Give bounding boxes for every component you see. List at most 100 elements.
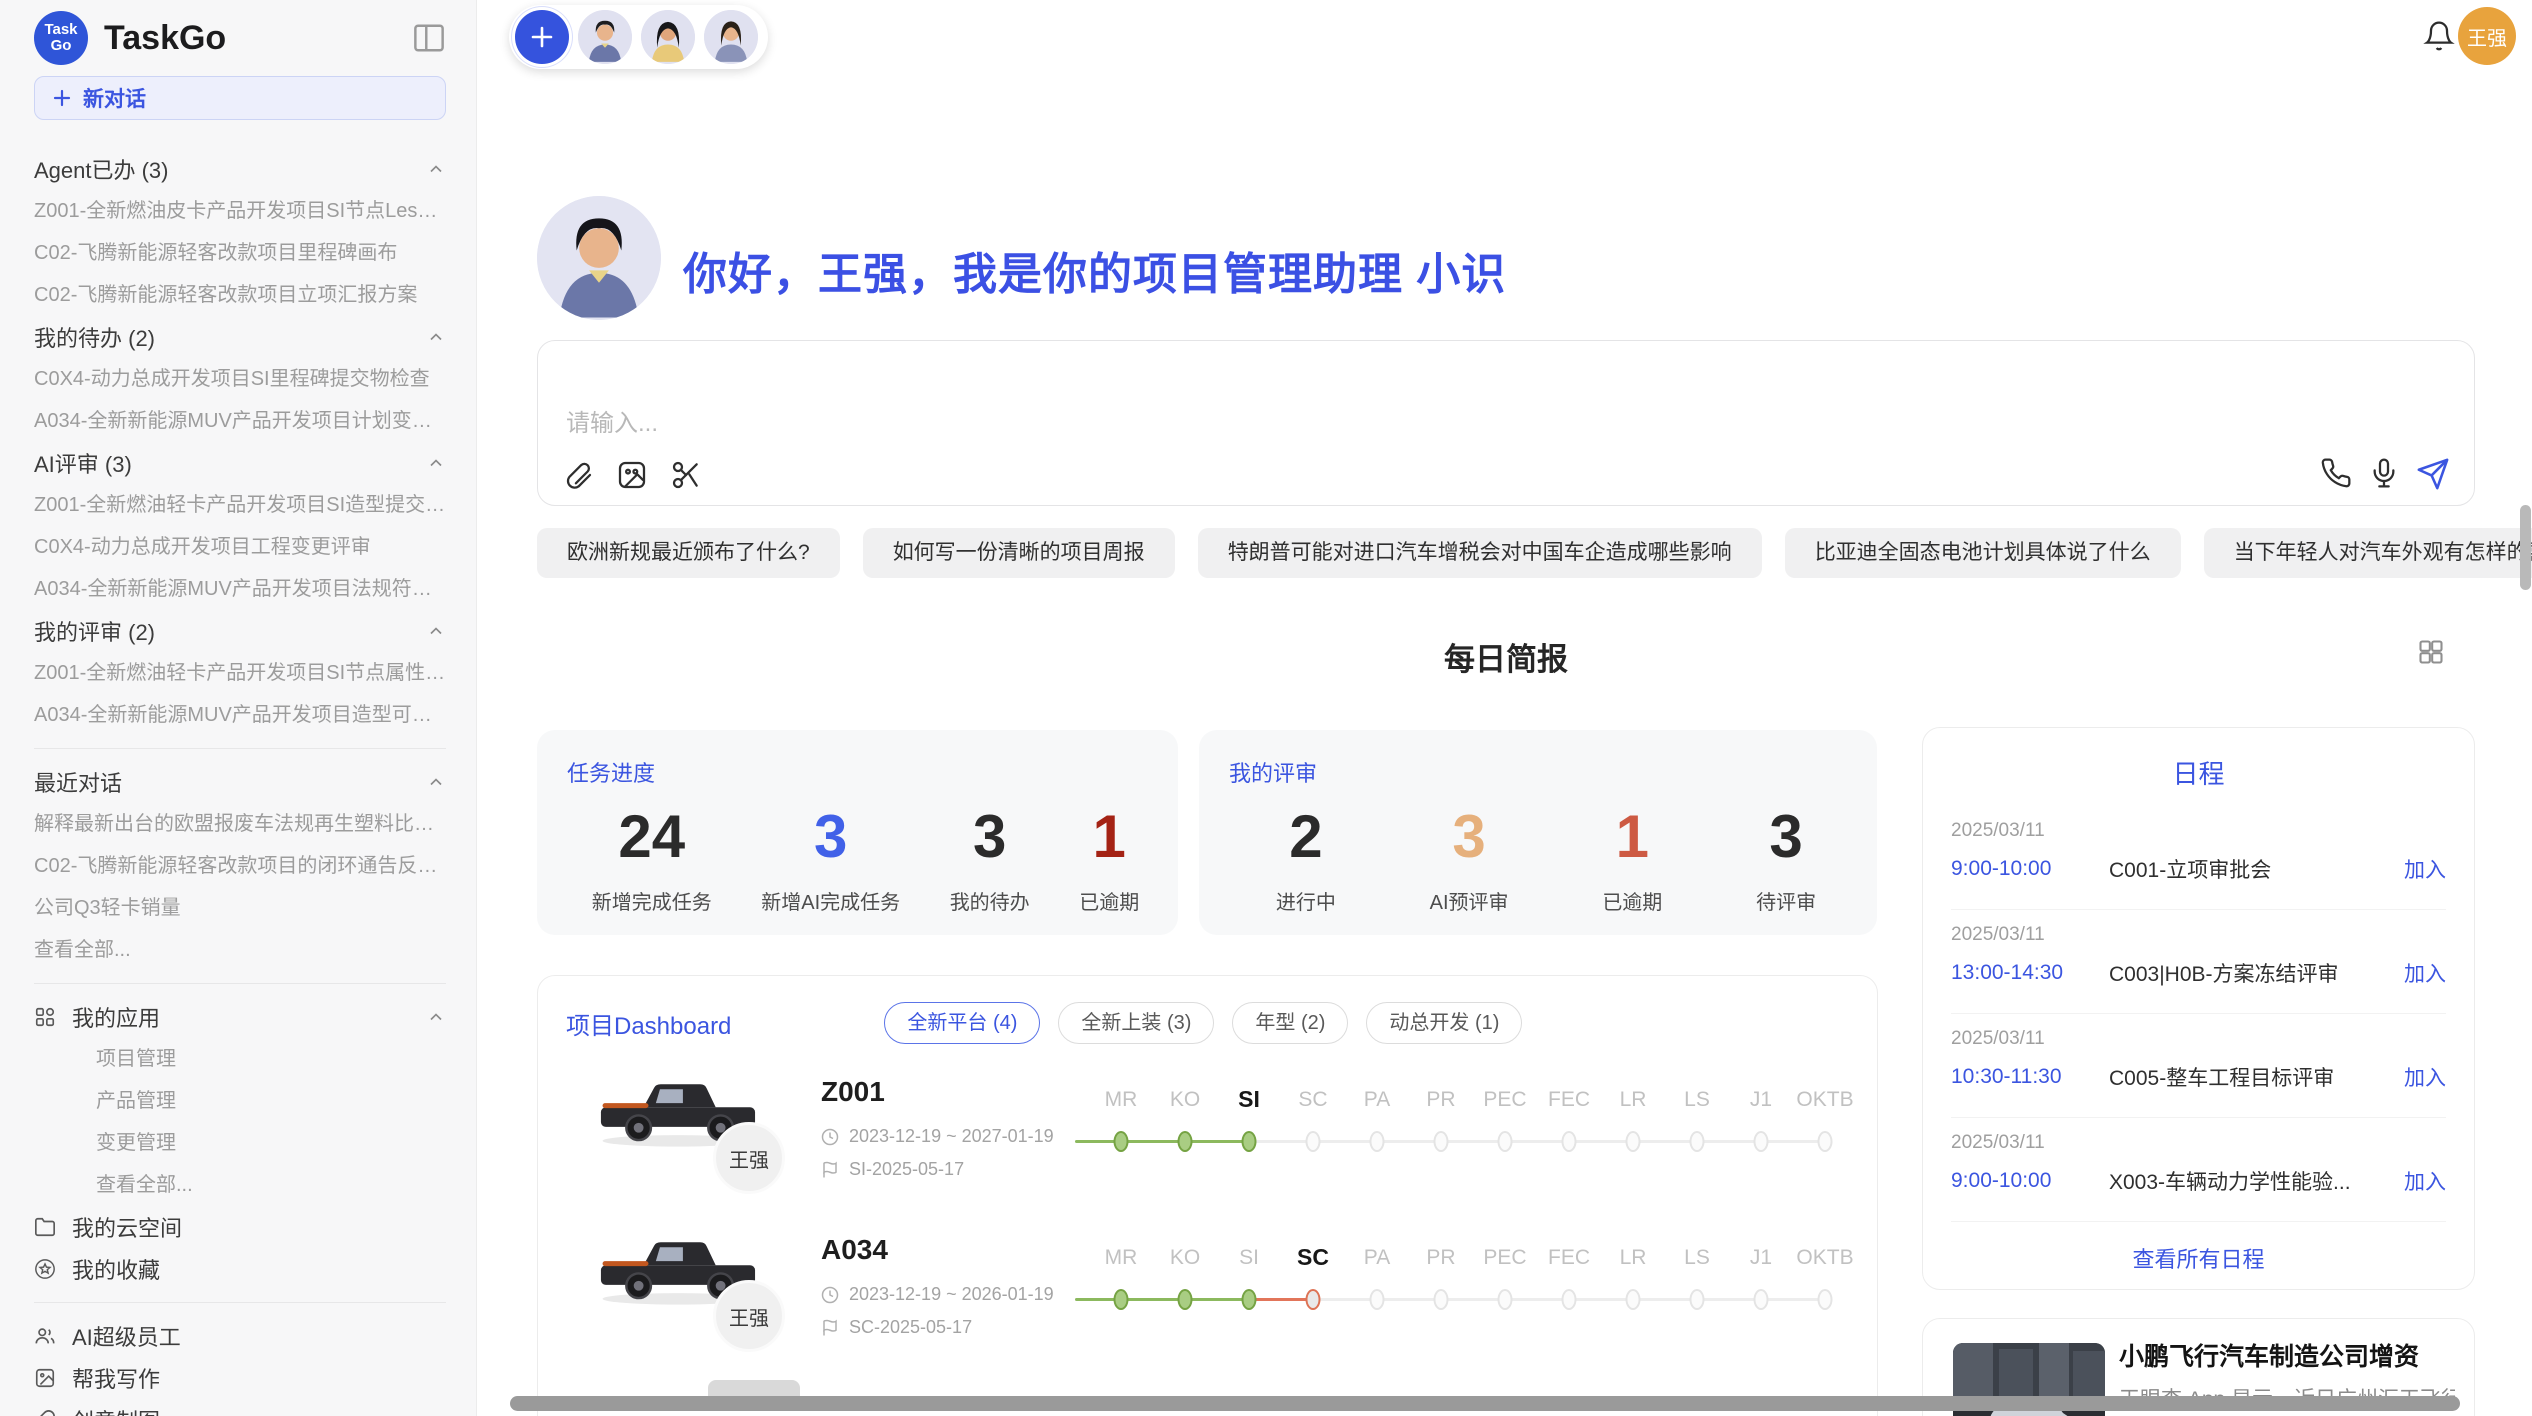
milestone-label-LR: LR: [1620, 1088, 1647, 1112]
milestone-track: MRKOSISCPAPRPECFECLRLSJ1OKTB: [1089, 1064, 1857, 1222]
clock-icon: [821, 1286, 839, 1304]
recent-chat-item[interactable]: 公司Q3轻卡销量: [34, 887, 446, 929]
assistant-avatar[interactable]: [704, 10, 758, 64]
milestone-dot-FEC: [1562, 1131, 1577, 1152]
milestone-label-PR: PR: [1426, 1246, 1455, 1270]
recent-chat-item[interactable]: C02-飞腾新能源轻客改款项目的闭环通告反馈情况: [34, 845, 446, 887]
milestone-label-SC: SC: [1298, 1088, 1327, 1112]
project-row[interactable]: 王强 A034 2023-12-19 ~ 2026-01-19 SC-2025-…: [566, 1222, 1851, 1380]
image-icon[interactable]: [616, 459, 648, 491]
section-header-my-todo[interactable]: 我的待办 (2): [34, 316, 446, 358]
recent-chat-item[interactable]: 解释最新出台的欧盟报废车法规再生塑料比例被调至15%...: [34, 803, 446, 845]
schedule-title: 日程: [1923, 754, 2474, 791]
sidebar-item[interactable]: C0X4-动力总成开发项目SI里程碑提交物检查: [34, 358, 446, 400]
milestone-label-FEC: FEC: [1548, 1246, 1590, 1270]
milestone-label-OKTB: OKTB: [1796, 1088, 1853, 1112]
chat-input[interactable]: 请输入...: [537, 340, 2475, 506]
milestone-progress-line: [1075, 1140, 1249, 1143]
schedule-date: 2025/03/11: [1951, 924, 2045, 946]
milestone-dot-J1: [1754, 1289, 1769, 1310]
sidebar-item-my-apps[interactable]: 我的应用: [34, 996, 446, 1038]
sidebar-item[interactable]: C02-飞腾新能源轻客改款项目里程碑画布: [34, 232, 446, 274]
section-header-agent-done[interactable]: Agent已办 (3): [34, 148, 446, 190]
project-flag-milestone: SC-2025-05-17: [849, 1317, 972, 1338]
send-icon[interactable]: [2416, 457, 2450, 491]
user-avatar[interactable]: 王强: [2458, 7, 2516, 65]
section-header-ai-review[interactable]: AI评审 (3): [34, 442, 446, 484]
view-all-apps-link[interactable]: 查看全部...: [34, 1164, 446, 1206]
app-link-change-mgmt[interactable]: 变更管理: [34, 1122, 446, 1164]
schedule-time: 9:00-10:00: [1951, 1169, 2109, 1193]
filter-chip-upfit[interactable]: 全新上装 (3): [1058, 1002, 1214, 1044]
app-link-project-mgmt[interactable]: 项目管理: [34, 1038, 446, 1080]
mic-icon[interactable]: [2368, 457, 2400, 491]
chevron-up-icon: [426, 453, 446, 473]
sidebar-item[interactable]: C02-飞腾新能源轻客改款项目立项汇报方案: [34, 274, 446, 316]
my-review-card: 我的评审 2进行中 3AI预评审 1已逾期 3待评审: [1199, 730, 1877, 935]
sidebar-item-help-me-write[interactable]: 帮我写作: [34, 1357, 446, 1399]
section-label: 我的待办 (2): [34, 321, 155, 353]
suggestion-chip[interactable]: 特朗普可能对进口汽车增税会对中国车企造成哪些影响: [1198, 528, 1762, 578]
scissors-icon[interactable]: [670, 459, 702, 491]
user-name: 王强: [2467, 22, 2507, 51]
sidebar-item-ai-super-staff[interactable]: AI超级员工: [34, 1315, 446, 1357]
sidebar-item[interactable]: A034-全新新能源MUV产品开发项目计划变更表编写: [34, 400, 446, 442]
sidebar-item[interactable]: Z001-全新燃油皮卡产品开发项目SI节点Lesson Learn报告: [34, 190, 446, 232]
sidebar-item-cloud-space[interactable]: 我的云空间: [34, 1206, 446, 1248]
sidebar-item-label: AI超级员工: [72, 1320, 446, 1352]
horizontal-scrollbar[interactable]: [510, 1396, 2460, 1411]
project-row[interactable]: 王强 Z001 2023-12-19 ~ 2027-01-19 SI-2025-…: [566, 1064, 1851, 1222]
milestone-label-PEC: PEC: [1483, 1246, 1526, 1270]
panel-toggle-icon[interactable]: [412, 23, 446, 53]
stat-new-completed: 24新增完成任务: [592, 804, 712, 915]
section-header-recent-chats[interactable]: 最近对话: [34, 761, 446, 803]
suggestion-chip[interactable]: 当下年轻人对汽车外观有怎样的喜好趋势: [2204, 528, 2532, 578]
sidebar-item[interactable]: Z001-全新燃油轻卡产品开发项目SI节点属性5D文件评审: [34, 652, 446, 694]
layout-grid-icon[interactable]: [2417, 638, 2445, 671]
join-meeting-link[interactable]: 加入: [2404, 1062, 2446, 1092]
milestone-dot-PEC: [1498, 1131, 1513, 1152]
vertical-scrollbar[interactable]: [2520, 505, 2531, 590]
milestone-label-LS: LS: [1684, 1088, 1710, 1112]
app-title: TaskGo: [104, 19, 226, 58]
divider: [34, 983, 446, 984]
sidebar-item-favorites[interactable]: 我的收藏: [34, 1248, 446, 1290]
card-title: 任务进度: [567, 756, 1164, 788]
sidebar-item-creative-drawing[interactable]: 创意制图: [34, 1399, 446, 1416]
sidebar-item[interactable]: A034-全新新能源MUV产品开发项目造型可行性评审: [34, 694, 446, 736]
assistant-avatar[interactable]: [641, 10, 695, 64]
dashboard-title: 项目Dashboard: [566, 1006, 731, 1041]
new-chat-button[interactable]: 新对话: [34, 76, 446, 120]
join-meeting-link[interactable]: 加入: [2404, 1166, 2446, 1196]
notifications-bell-icon[interactable]: [2423, 20, 2455, 57]
project-name: A034: [821, 1234, 888, 1266]
join-meeting-link[interactable]: 加入: [2404, 854, 2446, 884]
feather-icon: [34, 1409, 56, 1416]
milestone-dot-SC: [1306, 1289, 1321, 1310]
new-chat-label: 新对话: [83, 83, 146, 113]
section-header-my-review[interactable]: 我的评审 (2): [34, 610, 446, 652]
suggestion-chip[interactable]: 比亚迪全固态电池计划具体说了什么: [1785, 528, 2181, 578]
milestone-label-PA: PA: [1364, 1088, 1390, 1112]
app-link-product-mgmt[interactable]: 产品管理: [34, 1080, 446, 1122]
add-assistant-button[interactable]: [515, 10, 569, 64]
view-all-chats-link[interactable]: 查看全部...: [34, 929, 446, 971]
sidebar-item[interactable]: Z001-全新燃油轻卡产品开发项目SI造型提交物评审: [34, 484, 446, 526]
sidebar-item-label: 帮我写作: [72, 1362, 446, 1394]
paperclip-icon[interactable]: [562, 459, 594, 491]
suggestion-chip[interactable]: 如何写一份清晰的项目周报: [863, 528, 1175, 578]
view-all-schedule-link[interactable]: 查看所有日程: [1923, 1242, 2474, 1274]
sidebar-item-label: 我的应用: [72, 1001, 410, 1033]
phone-call-icon[interactable]: [2320, 457, 2352, 491]
chevron-up-icon: [426, 621, 446, 641]
suggestion-chip[interactable]: 欧洲新规最近颁布了什么?: [537, 528, 840, 578]
project-owner-badge: 王强: [713, 1122, 785, 1194]
filter-chip-model-year[interactable]: 年型 (2): [1232, 1002, 1348, 1044]
sidebar-item-label: 创意制图: [72, 1404, 446, 1416]
sidebar-item[interactable]: A034-全新新能源MUV产品开发项目法规符合性评审: [34, 568, 446, 610]
filter-chip-platform[interactable]: 全新平台 (4): [884, 1002, 1040, 1044]
sidebar-item[interactable]: C0X4-动力总成开发项目工程变更评审: [34, 526, 446, 568]
join-meeting-link[interactable]: 加入: [2404, 958, 2446, 988]
filter-chip-powertrain[interactable]: 动总开发 (1): [1366, 1002, 1522, 1044]
assistant-avatar[interactable]: [578, 10, 632, 64]
